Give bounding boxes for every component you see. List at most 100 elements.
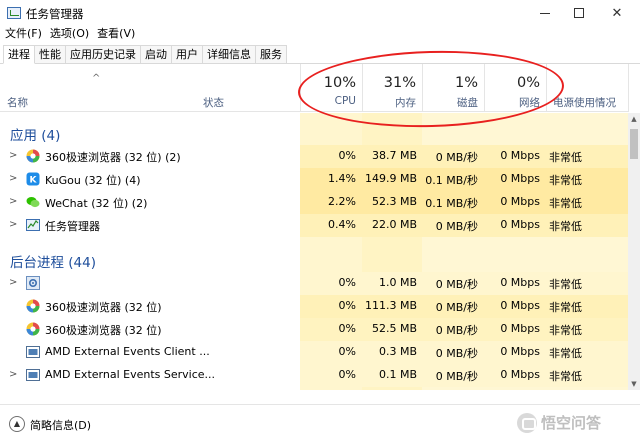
tab-performance[interactable]: 性能 [34,45,66,63]
task-manager-icon [7,7,21,19]
memory-total-percent: 31% [383,75,416,91]
column-memory[interactable]: 31% 内存 [362,64,422,112]
memory-value: 38.7 MB [371,149,417,162]
tab-app-history[interactable]: 应用历史记录 [65,45,141,63]
network-value: 0 Mbps [500,299,540,312]
chevron-right-icon[interactable]: > [9,219,17,230]
table-row[interactable]: > K KuGou (32 位) (4) 1.4% 149.9 MB 0.1 M… [0,168,628,191]
group-apps[interactable]: 应用 (4) [0,115,628,145]
service-icon [26,346,40,358]
chevron-right-icon[interactable]: > [9,196,17,207]
process-name: 360极速浏览器 (32 位) [45,324,162,337]
menu-options[interactable]: 选项(O) [45,26,92,44]
process-table: 应用 (4) > 360极速浏览器 (32 位) (2) 0% 38.7 MB … [0,113,628,390]
power-usage-label: 电源使用情况 [553,97,616,109]
chevron-up-icon[interactable]: ▲ [9,416,25,432]
group-background-processes[interactable]: 后台进程 (44) [0,242,628,272]
power-value: 非常低 [549,197,582,210]
memory-value: 52.5 MB [371,322,417,335]
scroll-up-icon[interactable]: ▲ [628,113,640,125]
window-title: 任务管理器 [26,7,84,21]
cpu-value: 0% [338,345,356,358]
scroll-down-icon[interactable]: ▼ [628,378,640,390]
table-row[interactable]: > WeChat (32 位) (2) 2.2% 52.3 MB 0.1 MB/… [0,191,628,214]
gear-icon [26,276,40,290]
task-manager-icon [26,219,40,231]
cpu-value: 0% [338,322,356,335]
network-total-percent: 0% [516,75,540,91]
column-overflow [628,64,640,112]
menu-file[interactable]: 文件(F) [0,26,45,44]
sort-ascending-icon: ^ [92,73,101,84]
cpu-value: 1.4% [328,172,356,185]
process-name: KuGou (32 位) (4) [45,174,141,187]
menu-view[interactable]: 查看(V) [92,26,138,44]
table-row[interactable]: > 任务管理器 0.4% 22.0 MB 0 MB/秒 0 Mbps 非常低 [0,214,628,237]
tab-users[interactable]: 用户 [171,45,203,63]
column-network[interactable]: 0% 网络 [484,64,546,112]
disk-value: 0 MB/秒 [435,220,478,233]
chevron-right-icon[interactable]: > [9,277,17,288]
memory-value: 0.3 MB [378,345,417,358]
disk-value: 0.1 MB/秒 [425,197,478,210]
svg-text:K: K [30,176,38,186]
disk-total-percent: 1% [454,75,478,91]
group-title: 应用 (4) [10,128,61,144]
cpu-value: 0% [338,368,356,381]
chevron-right-icon[interactable]: > [9,150,17,161]
table-row[interactable]: AMD External Events Client ... 0% 0.3 MB… [0,341,628,364]
cpu-total-percent: 10% [323,75,356,91]
table-row[interactable]: > 0% 1.0 MB 0 MB/秒 0 Mbps 非常低 [0,272,628,295]
power-value: 非常低 [549,220,582,233]
power-value: 非常低 [549,324,582,337]
disk-value: 0 MB/秒 [435,278,478,291]
cpu-value: 2.2% [328,195,356,208]
process-name: 360极速浏览器 (32 位) (2) [45,151,181,164]
tab-startup[interactable]: 启动 [140,45,172,63]
chevron-right-icon[interactable]: > [9,173,17,184]
table-row[interactable]: > AMD External Events Service... 0% 0.1 … [0,364,628,387]
column-header: ^ 名称 状态 10% CPU 31% 内存 1% 磁盘 0% 网络 电源使用情… [0,64,629,112]
network-value: 0 Mbps [500,345,540,358]
vertical-scrollbar[interactable]: ▲ ▼ [628,113,640,390]
column-name[interactable]: 名称 [7,95,28,110]
column-disk[interactable]: 1% 磁盘 [422,64,484,112]
power-value: 非常低 [549,347,582,360]
network-value: 0 Mbps [500,368,540,381]
table-row[interactable]: > 360极速浏览器 (32 位) (2) 0% 38.7 MB 0 MB/秒 … [0,145,628,168]
network-label: 网络 [519,97,540,109]
menu-bar: 文件(F) 选项(O) 查看(V) [0,26,640,44]
process-name: WeChat (32 位) (2) [45,197,148,210]
tab-processes[interactable]: 进程 [3,45,35,64]
table-row[interactable]: 360极速浏览器 (32 位) 0% 52.5 MB 0 MB/秒 0 Mbps… [0,318,628,341]
disk-value: 0 MB/秒 [435,370,478,383]
chevron-right-icon[interactable]: > [9,369,17,380]
360-browser-icon [26,299,40,313]
scrollbar-thumb[interactable] [630,129,638,159]
close-button[interactable]: ✕ [594,0,640,26]
column-cpu[interactable]: 10% CPU [300,64,362,112]
table-row[interactable]: 360极速浏览器 (32 位) 0% 111.3 MB 0 MB/秒 0 Mbp… [0,295,628,318]
disk-value: 0 MB/秒 [435,151,478,164]
tab-details[interactable]: 详细信息 [202,45,256,63]
title-bar: 任务管理器 ✕ [0,0,640,26]
memory-value: 22.0 MB [371,218,417,231]
cpu-value: 0% [338,149,356,162]
maximize-icon [574,8,584,18]
wechat-icon [26,197,40,208]
column-power-usage[interactable]: 电源使用情况 [546,64,628,112]
power-value: 非常低 [549,151,582,164]
memory-label: 内存 [395,97,416,109]
fewer-details-button[interactable]: 简略信息(D) [30,417,91,433]
service-icon [26,369,40,381]
tab-services[interactable]: 服务 [255,45,287,63]
360-browser-icon [26,149,40,163]
network-value: 0 Mbps [500,195,540,208]
power-value: 非常低 [549,278,582,291]
kugou-icon: K [26,172,40,186]
360-browser-icon [26,322,40,336]
tab-bar: 进程 性能 应用历史记录 启动 用户 详细信息 服务 [0,45,640,64]
column-status[interactable]: 状态 [203,95,224,110]
disk-value: 0.1 MB/秒 [425,174,478,187]
power-value: 非常低 [549,301,582,314]
